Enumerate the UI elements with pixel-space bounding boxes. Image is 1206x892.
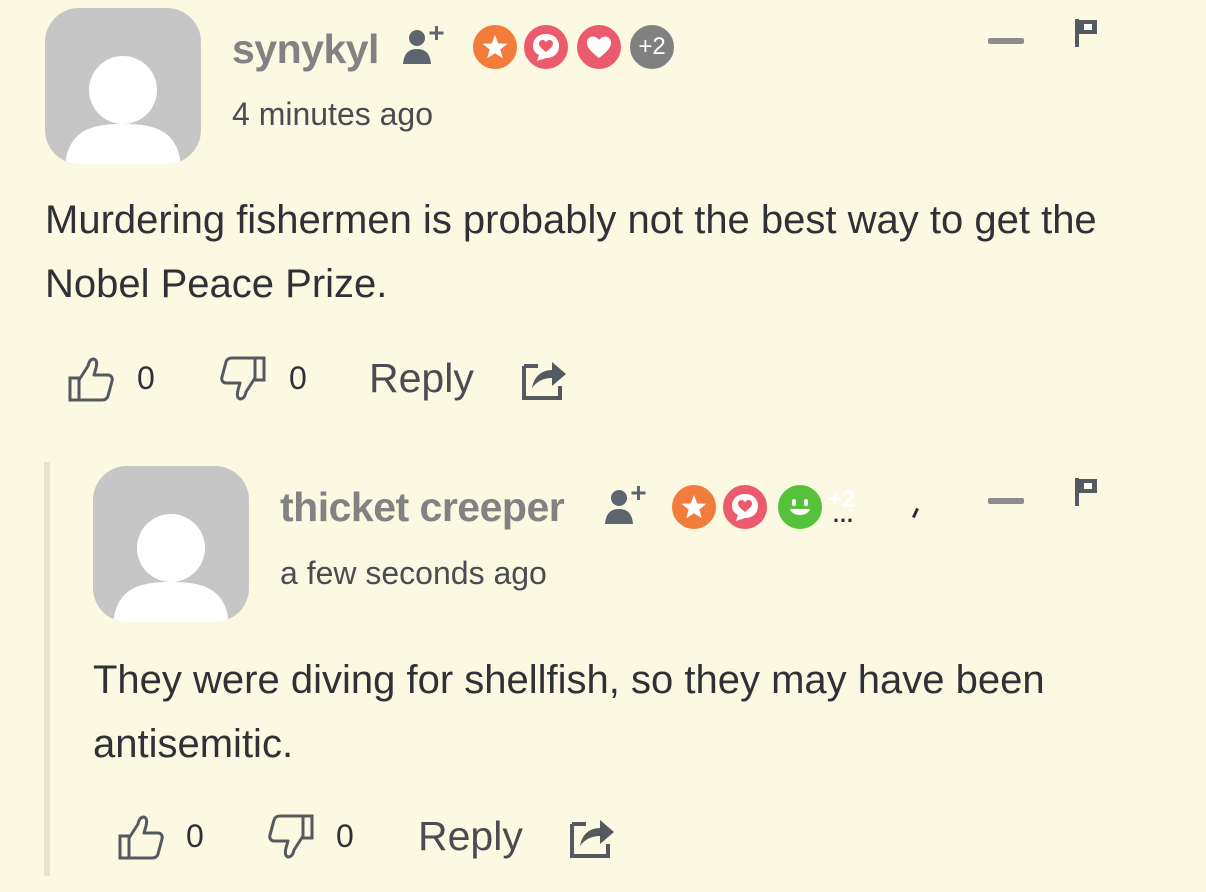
dislike-count: 0 (336, 818, 354, 854)
avatar[interactable] (93, 466, 249, 622)
thumbs-down-icon[interactable] (266, 812, 316, 862)
star-badge[interactable] (669, 482, 719, 532)
collapse-button[interactable] (988, 498, 1024, 504)
timestamp: a few seconds ago (280, 555, 547, 591)
star-icon (681, 495, 707, 519)
smile-badge[interactable] (775, 482, 825, 532)
share-icon[interactable] (568, 812, 618, 862)
like-count: 0 (186, 818, 204, 854)
love-message-badge[interactable] (720, 482, 770, 532)
reply-button[interactable]: Reply (418, 813, 523, 860)
thumbs-up-icon[interactable] (116, 812, 166, 862)
username[interactable]: thicket creeper (280, 484, 565, 531)
more-badges-ellipsis[interactable]: … (832, 502, 854, 528)
loading-mark (912, 507, 919, 519)
user-avatar-icon (113, 514, 229, 622)
reply-comment: thicket creeper +2 … a few seconds ago T… (0, 0, 1206, 892)
follow-user-icon[interactable] (602, 484, 648, 526)
comment-body: They were diving for shellfish, so they … (93, 658, 1045, 766)
flag-icon[interactable] (1072, 476, 1100, 508)
smile-icon (790, 499, 810, 515)
heart-speech-bubble-icon (732, 494, 758, 521)
